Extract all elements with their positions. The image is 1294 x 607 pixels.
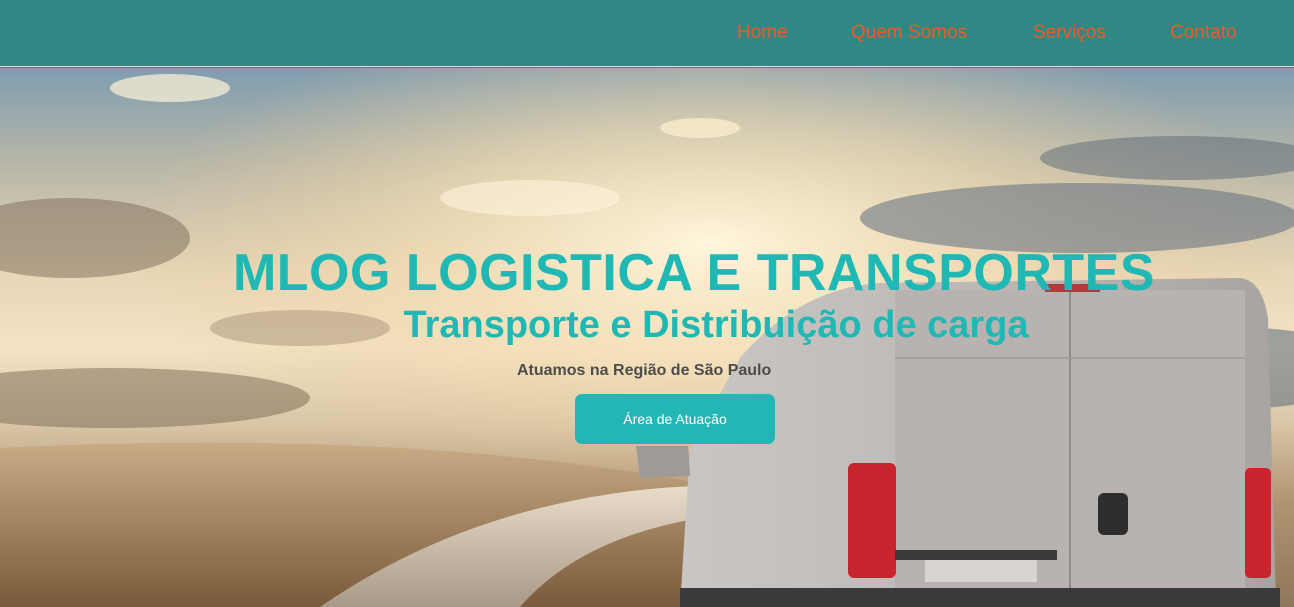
nav-link-quem-somos[interactable]: Quem Somos — [851, 22, 967, 44]
hero-banner: MLOG LOGISTICA E TRANSPORTES Transporte … — [0, 68, 1294, 607]
hero-subtitle: Transporte e Distribuição de carga — [403, 304, 1029, 346]
hero-region-text: Atuamos na Região de São Paulo — [517, 362, 772, 379]
nav-link-contato[interactable]: Contato — [1170, 22, 1237, 44]
nav-link-home[interactable]: Home — [737, 22, 788, 44]
area-de-atuacao-button[interactable]: Área de Atuação — [575, 394, 775, 444]
hero-title: MLOG LOGISTICA E TRANSPORTES — [232, 244, 1156, 302]
top-navbar: Home Quem Somos Serviços Contato — [0, 0, 1294, 67]
nav-link-servicos[interactable]: Serviços — [1033, 22, 1106, 44]
